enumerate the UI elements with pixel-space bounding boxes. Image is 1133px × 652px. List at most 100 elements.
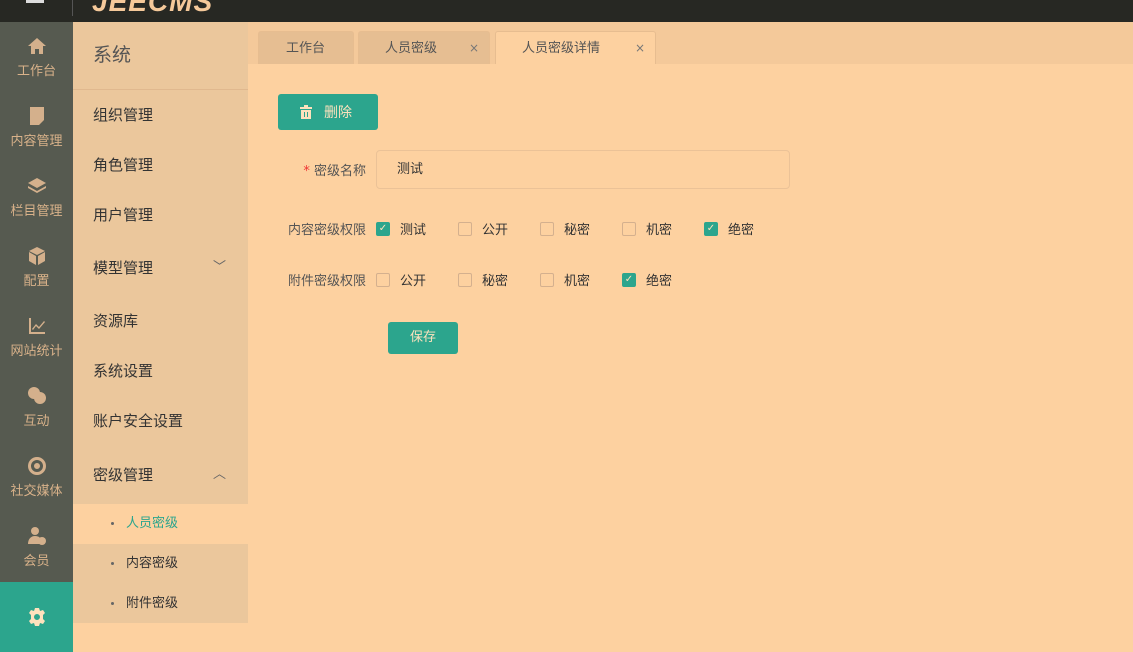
menu-label: 附件密级 [126, 596, 179, 611]
nav-label: 工作台 [16, 63, 56, 79]
layers-icon [27, 177, 46, 193]
detail-form: 删除 * 密级名称 测试 内容密级权限 ✓ 测试 公开 秘密 机密 ✓ 绝密 附件密级权限 … [248, 64, 1133, 623]
nav-label: 社交媒体 [10, 483, 63, 499]
checkbox-label: 测试 [400, 223, 427, 238]
tab-personnel-level-detail[interactable]: 人员密级详情 × [495, 31, 656, 64]
nav-label: 栏目管理 [10, 203, 63, 219]
name-row: * 密级名称 测试 [278, 150, 790, 189]
menu-security[interactable]: 账户安全设置 [73, 396, 248, 446]
checkbox-unchecked-icon [458, 272, 472, 287]
checkbox-秘密[interactable]: 秘密 [540, 219, 622, 238]
gear-icon [28, 608, 45, 626]
checkbox-公开[interactable]: 公开 [458, 219, 540, 238]
nav-workbench[interactable]: 工作台 [0, 22, 73, 92]
tab-personnel-level[interactable]: 人员密级 × [358, 31, 490, 64]
menu-resource[interactable]: 资源库 [73, 296, 248, 346]
member-icon [27, 526, 46, 545]
checkbox-checked-icon: ✓ [704, 221, 718, 236]
nav-columns[interactable]: 栏目管理 [0, 162, 73, 232]
nav-social[interactable]: 社交媒体 [0, 442, 73, 512]
home-icon [27, 37, 46, 54]
content-level-row: 内容密级权限 ✓ 测试 公开 秘密 机密 ✓ 绝密 [278, 219, 786, 238]
checkbox-label: 秘密 [482, 274, 509, 289]
tab-label: 人员密级 [385, 41, 438, 56]
save-button[interactable]: 保存 [388, 322, 458, 354]
attachment-level-row: 附件密级权限 公开 秘密 机密 ✓ 绝密 [278, 270, 704, 289]
menu-label: 密级管理 [93, 466, 154, 484]
nav-label: 互动 [23, 413, 50, 429]
social-icon [27, 456, 46, 475]
menu-user[interactable]: 用户管理 [73, 190, 248, 240]
delete-button[interactable]: 删除 [278, 94, 378, 130]
bullet [111, 602, 114, 605]
nav-label: 会员 [23, 553, 50, 569]
chart-icon [28, 317, 45, 334]
checkbox-机密[interactable]: 机密 [540, 270, 622, 289]
checkbox-测试[interactable]: ✓ 测试 [376, 219, 458, 238]
nav-config[interactable]: 配置 [0, 232, 73, 302]
nav-content[interactable]: 内容管理 [0, 92, 73, 162]
content-level-options: ✓ 测试 公开 秘密 机密 ✓ 绝密 [376, 219, 786, 238]
checkbox-label: 绝密 [646, 274, 673, 289]
checkbox-unchecked-icon [540, 221, 554, 236]
checkbox-unchecked-icon [540, 272, 554, 287]
nav-interaction[interactable]: 互动 [0, 372, 73, 442]
attachment-level-options: 公开 秘密 机密 ✓ 绝密 [376, 270, 704, 289]
checkbox-label: 机密 [646, 223, 673, 238]
name-input[interactable]: 测试 [376, 150, 790, 189]
checkbox-unchecked-icon [458, 221, 472, 236]
checkbox-label: 公开 [400, 274, 427, 289]
logo: JEECMS [92, 0, 214, 17]
checkbox-label: 绝密 [728, 223, 755, 238]
checkbox-秘密[interactable]: 秘密 [458, 270, 540, 289]
checkbox-unchecked-icon [622, 221, 636, 236]
menu-attachment-level[interactable]: 附件密级 [73, 584, 248, 624]
chat-icon [27, 386, 46, 404]
tab-label: 人员密级详情 [522, 41, 601, 56]
chevron-down-icon: ﹀ [212, 260, 226, 275]
checkbox-label: 机密 [564, 274, 591, 289]
content-level-label: 内容密级权限 [287, 223, 366, 238]
menu-content-level[interactable]: 内容密级 [73, 544, 248, 584]
icon-sidebar: 工作台 内容管理 栏目管理 配置 网站统计 互动 社交媒体 会员 [0, 22, 73, 652]
divider [72, 0, 73, 16]
menu-label: 人员密级 [126, 516, 179, 531]
nav-system[interactable] [0, 582, 73, 652]
close-icon[interactable]: × [635, 32, 645, 65]
checkbox-绝密[interactable]: ✓ 绝密 [704, 219, 786, 238]
nav-member[interactable]: 会员 [0, 512, 73, 582]
menu-role[interactable]: 角色管理 [73, 140, 248, 190]
attachment-level-label: 附件密级权限 [287, 274, 366, 289]
bullet [111, 522, 114, 525]
name-label: * 密级名称 [303, 164, 366, 179]
checkbox-label: 公开 [482, 223, 509, 238]
checkbox-公开[interactable]: 公开 [376, 270, 458, 289]
menu-org[interactable]: 组织管理 [73, 90, 248, 140]
chevron-up-icon: ︿ [212, 467, 226, 482]
button-label: 删除 [324, 104, 352, 120]
nav-label: 内容管理 [10, 133, 63, 149]
box-icon [28, 246, 45, 265]
menu-settings[interactable]: 系统设置 [73, 346, 248, 396]
checkbox-unchecked-icon [376, 272, 390, 287]
nav-label: 配置 [23, 273, 50, 289]
close-icon[interactable]: × [469, 32, 479, 65]
checkbox-机密[interactable]: 机密 [622, 219, 704, 238]
checkbox-绝密[interactable]: ✓ 绝密 [622, 270, 704, 289]
tab-bar: 工作台 人员密级 × 人员密级详情 × [248, 22, 1133, 64]
menu-label: 模型管理 [93, 259, 154, 277]
menu-toggle-icon[interactable] [26, 0, 44, 3]
tab-workbench[interactable]: 工作台 [258, 31, 354, 64]
nav-label: 网站统计 [10, 343, 63, 359]
bullet [111, 562, 114, 565]
checkbox-checked-icon: ✓ [622, 272, 636, 287]
trash-icon [300, 105, 312, 119]
nav-stats[interactable]: 网站统计 [0, 302, 73, 372]
system-submenu: 系统 组织管理 角色管理 用户管理 模型管理 ﹀ 资源库 系统设置 账户安全设置 … [73, 22, 248, 623]
menu-personnel-level[interactable]: 人员密级 [73, 504, 248, 544]
checkbox-checked-icon: ✓ [376, 221, 390, 236]
menu-model[interactable]: 模型管理 ﹀ [73, 240, 248, 296]
submenu-title: 系统 [73, 22, 248, 90]
menu-secret-level[interactable]: 密级管理 ︿ [73, 446, 248, 504]
document-icon [29, 106, 44, 125]
